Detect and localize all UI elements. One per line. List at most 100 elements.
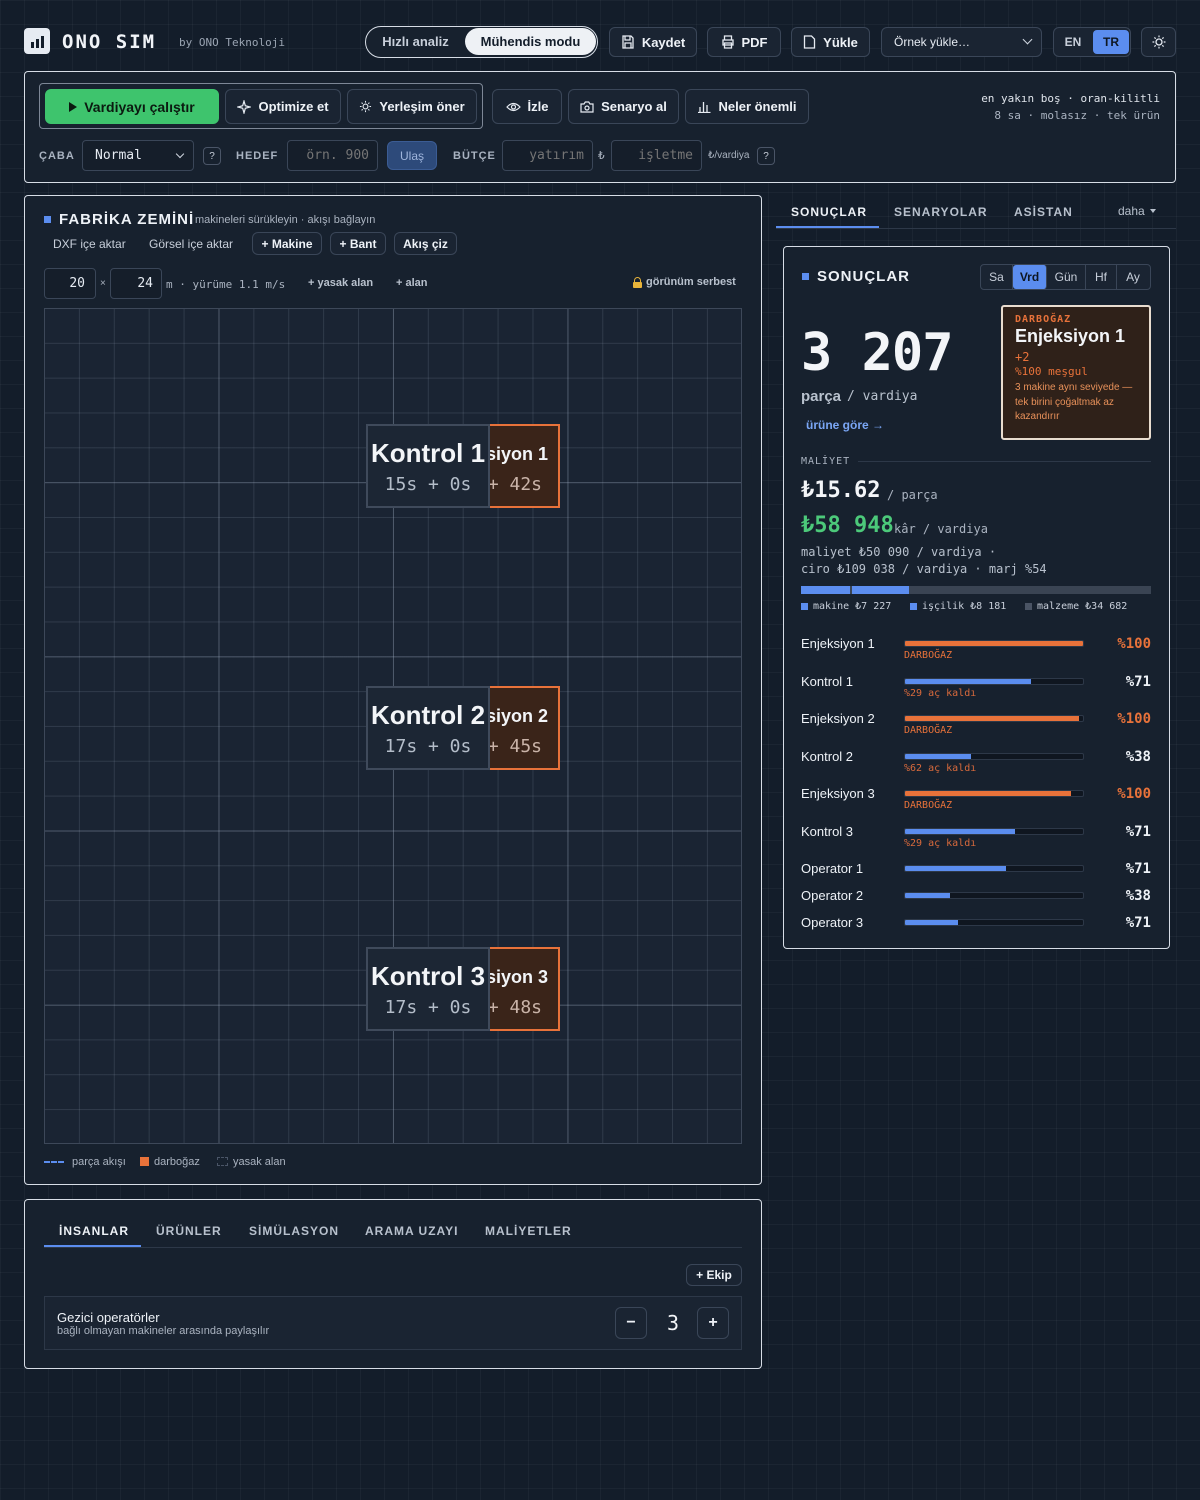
utilization-row[interactable]: Enjeksiyon 1 DARBOĞAZ %100 xyxy=(801,636,1151,666)
utilization-row[interactable]: Enjeksiyon 2 DARBOĞAZ %100 xyxy=(801,711,1151,741)
cost-stack-bar xyxy=(801,586,1151,594)
utilization-note: %29 aç kaldı xyxy=(904,688,977,699)
run-shift-button[interactable]: Vardiyayı çalıştır xyxy=(45,89,219,124)
what-matters-button[interactable]: Neler önemli xyxy=(685,89,809,124)
floor-title-marker xyxy=(44,216,51,223)
save-button[interactable]: Kaydet xyxy=(609,27,697,57)
machine-pair[interactable]: siyon 2 + 45s Kontrol 2 17s + 0s xyxy=(366,686,560,770)
load-button[interactable]: Yükle xyxy=(791,27,870,57)
tab-scenarios[interactable]: SENARYOLAR xyxy=(894,205,988,219)
machine-pair[interactable]: siyon 3 + 48s Kontrol 3 17s + 0s xyxy=(366,947,560,1031)
tab-assistant[interactable]: ASİSTAN xyxy=(1014,205,1073,219)
add-team-button[interactable]: + Ekip xyxy=(686,1264,742,1286)
utilization-note: %62 aç kaldı xyxy=(904,763,977,774)
utilization-row[interactable]: Operator 1 %71 xyxy=(801,861,1151,891)
watch-button[interactable]: İzle xyxy=(492,89,562,124)
tab-results[interactable]: SONUÇLAR xyxy=(791,205,867,219)
bottleneck-card-name: Enjeksiyon 1 xyxy=(1015,326,1126,346)
engineer-mode-toggle[interactable]: Mühendis modu xyxy=(465,28,596,55)
forbidden-legend-swatch xyxy=(217,1157,228,1166)
period-option[interactable]: Sa xyxy=(981,265,1013,289)
snapshot-scenario-button[interactable]: Senaryo al xyxy=(568,89,679,124)
sparkle-icon xyxy=(237,99,252,114)
dimension-times: × xyxy=(100,278,106,289)
utilization-note: DARBOĞAZ xyxy=(904,725,953,736)
bottleneck-card[interactable]: DARBOĞAZ Enjeksiyon 1 +2 %100 meşgul 3 m… xyxy=(1001,305,1151,440)
utilization-row[interactable]: Operator 2 %38 xyxy=(801,888,1151,918)
add-forbidden-area-button[interactable]: + yasak alan xyxy=(308,277,373,289)
reach-button[interactable]: Ulaş xyxy=(387,141,437,170)
add-machine-button[interactable]: + Makine xyxy=(252,232,322,255)
utilization-bar xyxy=(904,790,1084,797)
utilization-row[interactable]: Kontrol 1 %29 aç kaldı %71 xyxy=(801,674,1151,704)
control-machine[interactable]: Kontrol 2 17s + 0s xyxy=(366,686,490,770)
period-option[interactable]: Ay xyxy=(1117,265,1149,289)
pdf-label: PDF xyxy=(741,34,768,50)
period-option[interactable]: Vrd xyxy=(1013,265,1047,289)
lang-en-button[interactable]: EN xyxy=(1054,28,1092,56)
operator-increment-button[interactable]: + xyxy=(697,1307,729,1339)
bottom-tab[interactable]: ARAMA UZAYI xyxy=(365,1224,458,1238)
utilization-name: Enjeksiyon 1 xyxy=(801,636,875,651)
utilization-note: DARBOĞAZ xyxy=(904,650,953,661)
theme-toggle-button[interactable] xyxy=(1141,27,1176,57)
floor-height-input[interactable] xyxy=(110,268,162,299)
results-title: SONUÇLAR xyxy=(817,268,910,285)
example-select[interactable]: Örnek yükle… xyxy=(881,27,1042,57)
cost-stack-labor xyxy=(852,586,909,594)
bottom-tab[interactable]: MALİYETLER xyxy=(485,1224,572,1238)
bottleneck-card-more: +2 xyxy=(1015,350,1030,364)
utilization-bar xyxy=(904,715,1084,722)
suggest-layout-button[interactable]: Yerleşim öner xyxy=(347,89,477,124)
image-import-button[interactable]: Görsel içe aktar xyxy=(149,237,233,251)
utilization-row[interactable]: Kontrol 3 %29 aç kaldı %71 xyxy=(801,824,1151,854)
draw-flow-button[interactable]: Akış çiz xyxy=(394,232,457,255)
lang-tr-button[interactable]: TR xyxy=(1093,30,1129,54)
period-option[interactable]: Gün xyxy=(1047,265,1086,289)
target-input[interactable] xyxy=(287,140,378,171)
budget-help-icon[interactable]: ? xyxy=(757,147,775,165)
dxf-import-button[interactable]: DXF içe aktar xyxy=(53,237,126,251)
add-belt-button[interactable]: + Bant xyxy=(330,232,386,255)
caret-down-icon xyxy=(1149,209,1156,213)
investment-input[interactable] xyxy=(502,140,593,171)
pdf-button[interactable]: PDF xyxy=(707,27,781,57)
forbidden-legend-label: yasak alan xyxy=(233,1156,286,1168)
operator-decrement-button[interactable]: − xyxy=(615,1307,647,1339)
effort-help-icon[interactable]: ? xyxy=(203,147,221,165)
effort-select[interactable]: Normal xyxy=(82,140,194,171)
what-matters-label: Neler önemli xyxy=(718,99,797,114)
bottom-tab[interactable]: SİMÜLASYON xyxy=(249,1224,339,1238)
by-product-link[interactable]: ürüne göre → xyxy=(806,418,884,432)
bottom-tabs-divider xyxy=(44,1247,742,1248)
optimize-button[interactable]: Optimize et xyxy=(225,89,341,124)
add-area-button[interactable]: + alan xyxy=(396,277,428,289)
floor-title: FABRİKA ZEMİNİ xyxy=(59,211,195,228)
more-tabs-menu[interactable]: daha xyxy=(1118,204,1156,218)
period-option[interactable]: Hf xyxy=(1086,265,1117,289)
control-machine[interactable]: Kontrol 1 15s + 0s xyxy=(366,424,490,508)
utilization-row[interactable]: Enjeksiyon 3 DARBOĞAZ %100 xyxy=(801,786,1151,816)
utilization-row[interactable]: Operator 3 %71 xyxy=(801,915,1151,945)
injection-machine-time: + 45s xyxy=(487,736,542,757)
add-team-label: + Ekip xyxy=(696,1268,732,1282)
machine-pair[interactable]: siyon 1 + 42s Kontrol 1 15s + 0s xyxy=(366,424,560,508)
utilization-bar xyxy=(904,865,1084,872)
quick-analysis-toggle[interactable]: Hızlı analiz xyxy=(366,27,465,56)
bottleneck-card-note: 3 makine aynı seviyede — tek birini çoğa… xyxy=(1015,382,1133,422)
injection-machine-time: + 48s xyxy=(487,997,542,1018)
save-icon xyxy=(622,35,634,49)
bottom-tab[interactable]: ÜRÜNLER xyxy=(156,1224,222,1238)
view-lock-toggle[interactable]: görünüm serbest xyxy=(633,276,736,288)
run-shift-label: Vardiyayı çalıştır xyxy=(84,98,195,115)
bottom-tab[interactable]: İNSANLAR xyxy=(59,1224,129,1238)
bottleneck-legend-swatch xyxy=(140,1157,149,1166)
sun-small-icon xyxy=(360,100,372,113)
floor-width-input[interactable] xyxy=(44,268,96,299)
run-info-line-1: en yakın boş · oran-kilitli xyxy=(981,92,1160,105)
operating-cost-input[interactable] xyxy=(611,140,702,171)
side-tabs-divider xyxy=(776,228,1176,229)
control-machine-time: 17s + 0s xyxy=(384,735,472,757)
utilization-row[interactable]: Kontrol 2 %62 aç kaldı %38 xyxy=(801,749,1151,779)
control-machine[interactable]: Kontrol 3 17s + 0s xyxy=(366,947,490,1031)
